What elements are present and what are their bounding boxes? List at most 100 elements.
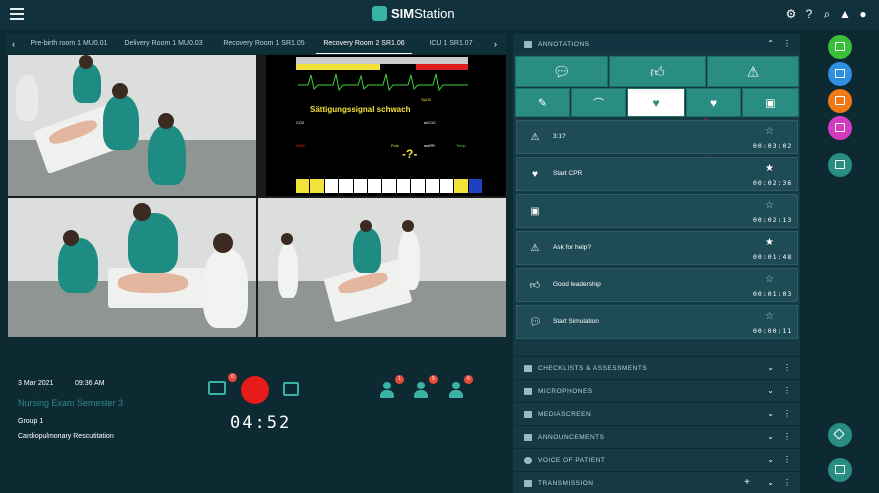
annotation-time: 00:01:48: [753, 253, 793, 261]
chevron-down-icon[interactable]: ⌄: [767, 409, 774, 418]
airway-icon: ⌒: [593, 97, 604, 110]
monitor-unknown-value: -?-: [402, 147, 418, 161]
search-icon[interactable]: ⌕: [821, 8, 833, 20]
chevron-down-icon[interactable]: ⌄: [767, 432, 774, 441]
monitor-icon: ▣: [765, 97, 776, 109]
bell-icon[interactable]: ▲: [839, 8, 851, 20]
warning-annotation-button[interactable]: ⚠: [707, 56, 799, 87]
student-role-badge: 5: [429, 375, 438, 384]
annotation-time: 00:00:11: [753, 327, 793, 335]
help-icon[interactable]: ?: [803, 8, 815, 20]
star-filled-icon[interactable]: ★: [765, 237, 774, 248]
tab-recovery-room-2[interactable]: Recovery Room 2 SR1.06: [316, 34, 412, 54]
star-outline-icon[interactable]: ☆: [765, 200, 774, 211]
microphone-icon: [524, 388, 532, 395]
thumbs-up-icon: 👍︎: [650, 63, 665, 79]
cast-badge: 0: [228, 373, 237, 382]
heart-hand-icon: ♥: [652, 95, 660, 110]
video-grid: Sättigungssignal schwach SpO2 CO2 etCO2 …: [8, 55, 506, 337]
right-panel: ANNOTATIONS ⌃ ⋮ 💬︎ 👍︎ ⚠ ✎ ⌒ ♥ ♥ ▣ ⚠ 3:1?…: [513, 34, 800, 493]
more-options-icon[interactable]: ⋮: [783, 386, 791, 395]
annotation-row[interactable]: ⚠ 3:1? ☆ 00:03:02: [516, 120, 798, 154]
top-bar: SIMStation ⚙ ? ⌕ ▲ ●: [0, 0, 879, 30]
screen-blue-button[interactable]: [828, 62, 852, 86]
more-options-icon[interactable]: ⋮: [783, 39, 791, 48]
annotation-time: 00:01:03: [753, 290, 793, 298]
groups-icon[interactable]: [283, 382, 299, 396]
awrr-label: awRR: [424, 143, 435, 148]
instructor-role-icon[interactable]: [380, 382, 394, 398]
add-icon[interactable]: +: [744, 477, 750, 488]
section-voice-of-patient[interactable]: VOICE OF PATIENT ⌄ ⋮: [513, 448, 800, 470]
screen-green-button[interactable]: [828, 35, 852, 59]
annotation-time: 00:02:13: [753, 216, 793, 224]
tabs-prev-chevron-icon[interactable]: ‹: [12, 34, 15, 54]
etco2-label: etCO2: [424, 120, 436, 125]
exit-button[interactable]: [828, 458, 852, 482]
more-options-icon[interactable]: ⋮: [783, 455, 791, 464]
menu-icon[interactable]: [10, 8, 24, 20]
tab-pre-birth-room[interactable]: Pre-birth room 1 MU0.01: [24, 34, 114, 54]
screen-pink-button[interactable]: [828, 116, 852, 140]
annotation-row[interactable]: 💬︎ Start Simulation ☆ 00:00:11: [516, 305, 798, 339]
annotation-time: 00:03:02: [753, 142, 793, 150]
layers-icon: [833, 428, 845, 440]
comment-annotation-button[interactable]: 💬︎: [515, 56, 608, 87]
monitor-annotation-button[interactable]: ▣: [742, 88, 799, 117]
record-button[interactable]: [241, 376, 269, 404]
section-microphones[interactable]: MICROPHONES ⌄ ⋮: [513, 379, 800, 401]
patient-monitor-feed[interactable]: Sättigungssignal schwach SpO2 CO2 etCO2 …: [266, 55, 506, 196]
tab-delivery-room[interactable]: Delivery Room 1 MU0.03: [116, 34, 211, 54]
student-role-icon[interactable]: [414, 382, 428, 398]
monitor-softkeys: [296, 179, 483, 193]
syringe-annotation-button[interactable]: ✎: [515, 88, 570, 117]
star-outline-icon[interactable]: ☆: [765, 126, 774, 137]
more-options-icon[interactable]: ⋮: [783, 409, 791, 418]
annotations-header[interactable]: ANNOTATIONS ⌃ ⋮: [513, 34, 800, 54]
observer-role-icon[interactable]: [449, 382, 463, 398]
camera-feed-3[interactable]: [8, 198, 256, 337]
star-outline-icon[interactable]: ☆: [765, 311, 774, 322]
star-outline-icon[interactable]: ☆: [765, 274, 774, 285]
cpr-annotation-button[interactable]: ♥: [627, 88, 685, 117]
thumbs-up-annotation-button[interactable]: 👍︎: [609, 56, 706, 87]
chevron-down-icon[interactable]: ⌄: [767, 363, 774, 372]
star-filled-icon[interactable]: ★: [765, 163, 774, 174]
section-transmission[interactable]: TRANSMISSION + ⌄ ⋮: [513, 471, 800, 493]
annotation-row[interactable]: ⚠ Ask for help? ★ 00:01:48: [516, 231, 798, 265]
chat-icon: 💬︎: [529, 317, 542, 328]
more-options-icon[interactable]: ⋮: [783, 363, 791, 372]
annotation-row[interactable]: ♥ Start CPR ★ 00:02:36: [516, 157, 798, 191]
annotation-row[interactable]: ▣ ☆ 00:02:13: [516, 194, 798, 228]
more-options-icon[interactable]: ⋮: [783, 432, 791, 441]
section-announcements[interactable]: ANNOUNCEMENTS ⌄ ⋮: [513, 425, 800, 447]
cast-icon[interactable]: [208, 381, 226, 395]
defib-annotation-button[interactable]: ♥: [686, 88, 741, 117]
session-exam-title: Nursing Exam Semester 3: [18, 398, 124, 408]
screen-icon: [835, 42, 845, 51]
section-checklists[interactable]: CHECKLISTS & ASSESSMENTS ⌄ ⋮: [513, 356, 800, 378]
transmission-icon: [524, 480, 532, 487]
camera-feed-1[interactable]: [8, 55, 256, 196]
camera-feed-4[interactable]: [258, 198, 506, 337]
lips-icon: [524, 457, 532, 464]
more-options-icon[interactable]: ⋮: [783, 478, 791, 487]
present-screen-button[interactable]: [828, 153, 852, 177]
tab-icu-1[interactable]: ICU 1 SR1.07: [416, 34, 486, 54]
user-icon[interactable]: ●: [857, 8, 869, 20]
door-icon: [835, 465, 845, 474]
temp-label: Temp: [456, 143, 466, 148]
section-label: TRANSMISSION: [538, 480, 594, 487]
tabs-next-chevron-icon[interactable]: ›: [494, 34, 497, 54]
annotation-row[interactable]: 👍︎ Good leadership ☆ 00:01:03: [516, 268, 798, 302]
chevron-down-icon[interactable]: ⌄: [767, 455, 774, 464]
layers-button[interactable]: [828, 423, 852, 447]
screen-orange-button[interactable]: [828, 89, 852, 113]
tab-recovery-room-1[interactable]: Recovery Room 1 SR1.05: [214, 34, 314, 54]
section-mediascreen[interactable]: MEDIASCREEN ⌄ ⋮: [513, 402, 800, 424]
chevron-up-icon[interactable]: ⌃: [767, 39, 774, 48]
chevron-down-icon[interactable]: ⌄: [767, 386, 774, 395]
airway-annotation-button[interactable]: ⌒: [571, 88, 626, 117]
gear-icon[interactable]: ⚙: [785, 8, 797, 20]
chevron-down-icon[interactable]: ⌄: [767, 478, 774, 487]
